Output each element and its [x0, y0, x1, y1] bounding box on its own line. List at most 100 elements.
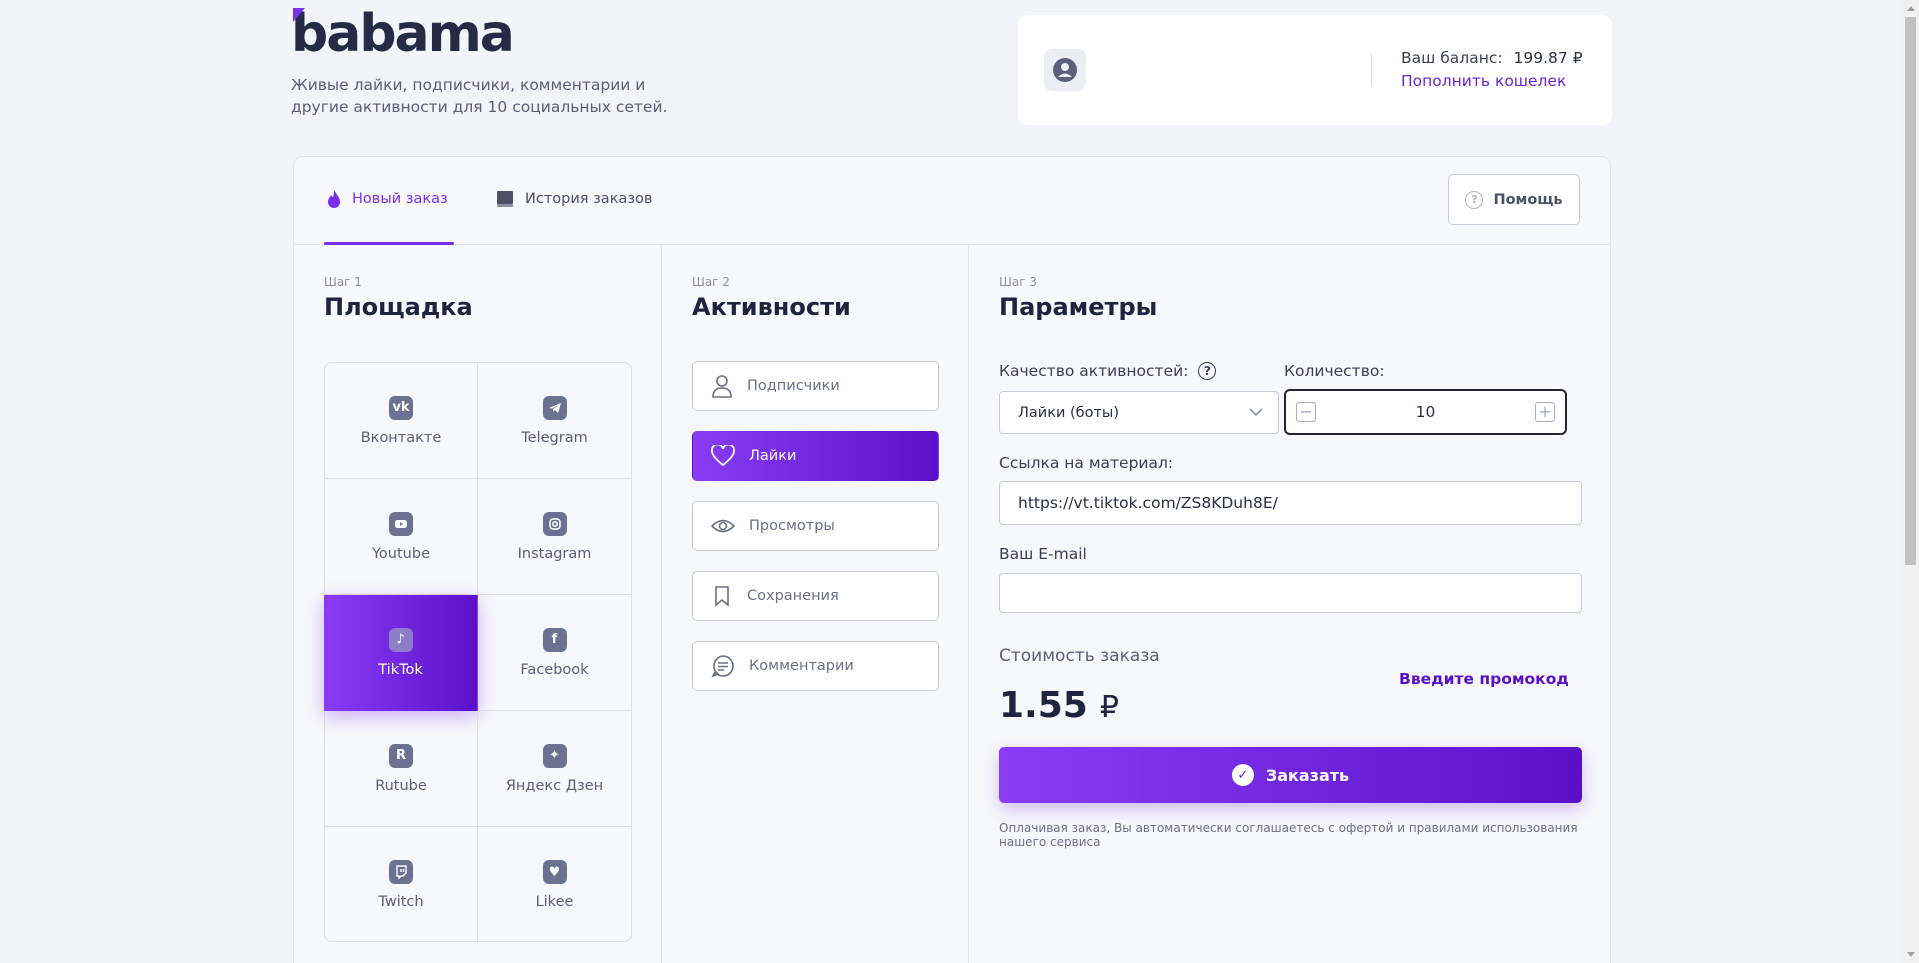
platform-label: Telegram: [521, 429, 588, 446]
tab-new-order-label: Новый заказ: [352, 191, 448, 207]
activity-label: Подписчики: [747, 378, 840, 394]
check-icon: ✓: [1231, 764, 1254, 786]
tagline-line-2: другие активности для 10 социальных сете…: [291, 98, 668, 116]
quantity-label: Количество:: [1284, 362, 1385, 380]
platform-label: Вконтакте: [360, 429, 442, 446]
scroll-up-icon[interactable]: [1907, 6, 1915, 11]
platform-label: Facebook: [520, 661, 589, 678]
eye-icon: [711, 519, 735, 533]
tagline: Живые лайки, подписчики, комментарии и д…: [291, 74, 711, 118]
quality-label: Качество активностей:: [999, 362, 1189, 380]
balance-label: Ваш баланс:: [1401, 49, 1503, 67]
platform-instagram[interactable]: Instagram: [478, 479, 631, 595]
platform-label: Youtube: [372, 545, 430, 562]
topup-wallet-link[interactable]: Пополнить кошелек: [1401, 72, 1566, 90]
link-input-value: https://vt.tiktok.com/ZS8KDuh8E/: [1018, 494, 1278, 512]
tiktok-icon: ♪: [388, 627, 413, 652]
scroll-thumb[interactable]: [1905, 17, 1916, 565]
tab-order-history-label: История заказов: [525, 191, 653, 207]
instagram-icon: [542, 511, 567, 536]
cost-label: Стоимость заказа: [999, 646, 1160, 666]
platform-twitch[interactable]: Twitch: [325, 827, 478, 943]
order-button-label: Заказать: [1265, 765, 1350, 785]
step1-title: Площадка: [324, 293, 473, 321]
chevron-down-icon: [1249, 408, 1263, 417]
step2-title: Активности: [692, 293, 851, 321]
balance-value: 199.87 ₽: [1513, 49, 1583, 67]
plus-icon[interactable]: +: [1535, 402, 1555, 422]
quality-select[interactable]: Лайки (боты): [999, 391, 1279, 434]
activity-saves[interactable]: Сохранения: [692, 571, 939, 621]
terms-notice: Оплачивая заказ, Вы автоматически соглаш…: [999, 821, 1578, 849]
quantity-stepper[interactable]: − 10 +: [1284, 389, 1567, 435]
account-divider: [1371, 54, 1372, 86]
platform-label: Яндекс Дзен: [505, 777, 604, 794]
platform-vkontakte[interactable]: vk Вконтакте: [325, 363, 478, 479]
platform-label: Twitch: [378, 894, 424, 910]
logo-mark-icon: [293, 8, 305, 22]
order-tabs: Новый заказ История заказов ? Помощь: [294, 157, 1610, 245]
user-circle-icon: [1053, 58, 1077, 82]
step-parameters: Шаг 3 Параметры Качество активностей: ? …: [969, 245, 1610, 963]
zen-icon: ✦: [542, 743, 567, 768]
help-button[interactable]: ? Помощь: [1448, 174, 1580, 225]
step3-title: Параметры: [999, 293, 1158, 321]
step1-label: Шаг 1: [324, 275, 362, 289]
link-input[interactable]: https://vt.tiktok.com/ZS8KDuh8E/: [999, 481, 1582, 525]
platform-youtube[interactable]: Youtube: [325, 479, 478, 595]
activity-label: Просмотры: [749, 518, 835, 534]
cost-currency: ₽: [1099, 690, 1119, 725]
tagline-line-1: Живые лайки, подписчики, комментарии и: [291, 76, 646, 94]
platform-tiktok[interactable]: ♪ TikTok: [324, 595, 478, 711]
platform-telegram[interactable]: Telegram: [478, 363, 631, 479]
quantity-value: 10: [1415, 403, 1436, 421]
platform-yandex-zen[interactable]: ✦ Яндекс Дзен: [478, 711, 631, 827]
question-icon: ?: [1465, 190, 1484, 209]
flame-icon: [328, 190, 340, 208]
email-input[interactable]: [999, 573, 1582, 613]
minus-icon[interactable]: −: [1296, 402, 1316, 422]
activity-subscribers[interactable]: Подписчики: [692, 361, 939, 411]
link-label: Ссылка на материал:: [999, 454, 1174, 472]
platform-label: Likee: [535, 894, 574, 910]
order-card: Новый заказ История заказов ? Помощь Шаг…: [293, 156, 1611, 963]
comment-icon: [711, 655, 734, 678]
scroll-down-icon[interactable]: [1907, 952, 1915, 957]
step3-label: Шаг 3: [999, 275, 1037, 289]
rutube-icon: R: [389, 743, 413, 768]
question-icon[interactable]: ?: [1198, 362, 1217, 380]
page-scrollbar[interactable]: [1902, 0, 1919, 963]
promo-code-link[interactable]: Введите промокод: [1399, 670, 1569, 688]
heart-icon: [711, 445, 735, 467]
tab-new-order[interactable]: Новый заказ: [326, 189, 448, 209]
activity-likes[interactable]: Лайки: [692, 431, 939, 481]
telegram-icon: [542, 395, 567, 420]
activity-comments[interactable]: Комментарии: [692, 641, 939, 691]
logo-text: babama: [291, 4, 515, 64]
tab-order-history[interactable]: История заказов: [495, 189, 652, 209]
activity-label: Лайки: [749, 448, 797, 464]
activity-views[interactable]: Просмотры: [692, 501, 939, 551]
email-label: Ваш E-mail: [999, 545, 1087, 563]
step2-label: Шаг 2: [692, 275, 730, 289]
platform-likee[interactable]: ♥ Likee: [478, 827, 631, 943]
platform-facebook[interactable]: f Facebook: [478, 595, 631, 711]
quality-label-row: Качество активностей: ?: [999, 362, 1217, 380]
quality-select-value: Лайки (боты): [1018, 404, 1120, 421]
facebook-icon: f: [542, 627, 567, 652]
balance: Ваш баланс: 199.87 ₽: [1401, 49, 1583, 67]
book-icon: [497, 191, 513, 207]
platform-rutube[interactable]: R Rutube: [325, 711, 478, 827]
bookmark-icon: [715, 586, 729, 607]
brand-block: babama Живые лайки, подписчики, коммента…: [291, 8, 711, 118]
avatar[interactable]: [1044, 49, 1086, 91]
platform-label: Rutube: [375, 777, 427, 794]
step-platform: Шаг 1 Площадка vk Вконтакте Telegram You…: [294, 245, 662, 963]
user-icon: [712, 375, 732, 398]
logo[interactable]: babama: [291, 8, 515, 60]
platform-label: Instagram: [517, 545, 592, 562]
activity-label: Комментарии: [749, 658, 854, 674]
account-card: Ваш баланс: 199.87 ₽ Пополнить кошелек: [1018, 15, 1612, 125]
order-button[interactable]: ✓ Заказать: [999, 747, 1582, 803]
help-button-label: Помощь: [1493, 191, 1563, 208]
